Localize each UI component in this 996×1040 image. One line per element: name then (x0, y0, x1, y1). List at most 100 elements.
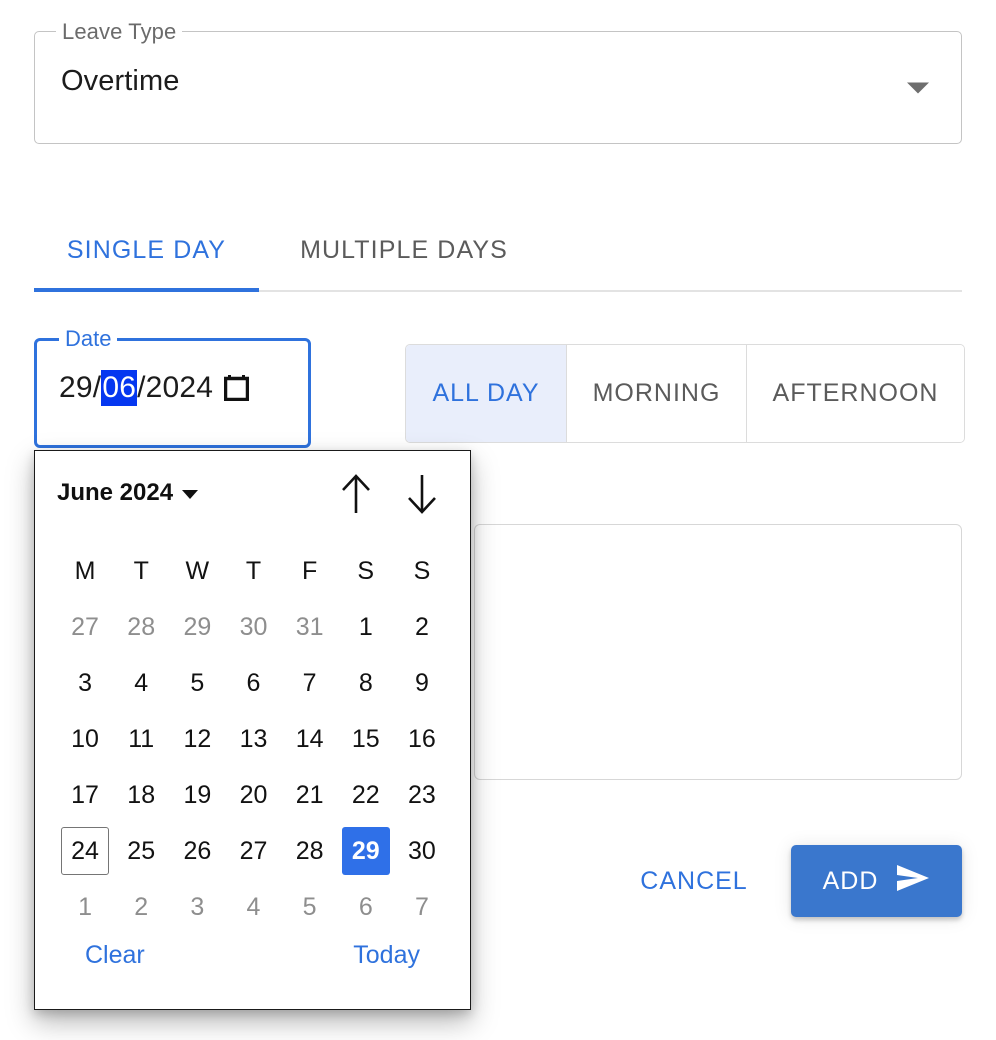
calendar-day[interactable]: 2 (398, 603, 446, 651)
calendar-day[interactable]: 16 (398, 715, 446, 763)
calendar-day[interactable]: 30 (229, 603, 277, 651)
daypart-morning[interactable]: MORNING (567, 345, 747, 442)
calendar-day[interactable]: 1 (342, 603, 390, 651)
calendar-day[interactable]: 27 (61, 603, 109, 651)
calendar-day-cell[interactable]: 11 (113, 711, 169, 767)
calendar-day[interactable]: 18 (117, 771, 165, 819)
calendar-day-cell[interactable]: 2 (394, 599, 450, 655)
calendar-day-cell[interactable]: 8 (338, 655, 394, 711)
calendar-day[interactable]: 31 (286, 603, 334, 651)
calendar-day[interactable]: 29 (173, 603, 221, 651)
calendar-day[interactable]: 19 (173, 771, 221, 819)
date-input-field[interactable]: Date 29 / 06 / 2024 (34, 327, 311, 448)
weekday-label: T (245, 556, 262, 585)
calendar-day-cell[interactable]: 4 (113, 655, 169, 711)
calendar-day-today[interactable]: 24 (61, 827, 110, 875)
date-month-segment[interactable]: 06 (101, 370, 138, 406)
calendar-day[interactable]: 23 (398, 771, 446, 819)
calendar-day[interactable]: 14 (286, 715, 334, 763)
date-input-value[interactable]: 29 / 06 / 2024 (59, 370, 250, 406)
calendar-day[interactable]: 9 (398, 659, 446, 707)
calendar-clear-button[interactable]: Clear (85, 941, 145, 970)
calendar-day-cell[interactable]: 1 (338, 599, 394, 655)
calendar-day[interactable]: 8 (342, 659, 390, 707)
calendar-day[interactable]: 11 (117, 715, 165, 763)
calendar-day-cell[interactable]: 22 (338, 767, 394, 823)
calendar-day[interactable]: 13 (229, 715, 277, 763)
calendar-day[interactable]: 22 (342, 771, 390, 819)
calendar-day-selected[interactable]: 29 (341, 827, 390, 875)
calendar-day-cell[interactable]: 31 (282, 599, 338, 655)
calendar-day-cell[interactable]: 9 (394, 655, 450, 711)
add-button[interactable]: ADD (791, 845, 962, 917)
calendar-day-cell[interactable]: 6 (225, 655, 281, 711)
calendar-day[interactable]: 15 (342, 715, 390, 763)
calendar-day[interactable]: 5 (173, 659, 221, 707)
calendar-day[interactable]: 7 (286, 659, 334, 707)
calendar-day-cell[interactable]: 27 (225, 823, 281, 879)
date-year-segment[interactable]: 2024 (146, 371, 214, 405)
calendar-day[interactable]: 28 (286, 827, 334, 875)
weekday-label: W (185, 556, 210, 585)
calendar-day[interactable]: 17 (61, 771, 109, 819)
date-day-segment[interactable]: 29 (59, 371, 93, 405)
calendar-day-cell[interactable]: 18 (113, 767, 169, 823)
calendar-day[interactable]: 10 (61, 715, 109, 763)
calendar-day-cell[interactable]: 27 (57, 599, 113, 655)
calendar-day-cell[interactable]: 15 (338, 711, 394, 767)
calendar-day-cell[interactable]: 28 (282, 823, 338, 879)
calendar-day-cell[interactable]: 30 (225, 599, 281, 655)
leave-type-select[interactable]: Leave Type Overtime (34, 20, 962, 144)
calendar-day-cell[interactable]: 13 (225, 711, 281, 767)
next-month-button[interactable] (396, 469, 448, 521)
calendar-day[interactable]: 26 (173, 827, 221, 875)
calendar-today-button[interactable]: Today (353, 941, 420, 970)
daypart-segmented-control: ALL DAY MORNING AFTERNOON (405, 344, 965, 443)
calendar-day-cell[interactable]: 23 (394, 767, 450, 823)
cancel-button[interactable]: CANCEL (620, 855, 768, 907)
daypart-all-day[interactable]: ALL DAY (406, 345, 567, 442)
calendar-day-cell[interactable]: 19 (169, 767, 225, 823)
calendar-day-cell[interactable]: 12 (169, 711, 225, 767)
calendar-day-cell[interactable]: 30 (394, 823, 450, 879)
tab-single-day[interactable]: SINGLE DAY (34, 210, 259, 290)
calendar-day[interactable]: 25 (117, 827, 165, 875)
calendar-weeks: 27 28 29 30 31 1 2 3 4 5 6 7 8 9 10 11 12 13 14 15 16 17 18 19 2… (57, 599, 450, 935)
calendar-week-row: 24 25 26 27 28 29 30 (57, 823, 450, 879)
calendar-day[interactable]: 4 (117, 659, 165, 707)
calendar-day[interactable]: 21 (286, 771, 334, 819)
add-button-label: ADD (822, 866, 879, 895)
calendar-day-cell[interactable]: 25 (113, 823, 169, 879)
calendar-day-cell[interactable]: 26 (169, 823, 225, 879)
previous-month-button[interactable] (330, 469, 382, 521)
calendar-day[interactable]: 27 (229, 827, 277, 875)
calendar-day[interactable]: 6 (229, 659, 277, 707)
calendar-icon[interactable] (224, 375, 250, 401)
leave-request-form: Leave Type Overtime SINGLE DAY MULTIPLE … (0, 0, 996, 1040)
tab-multiple-days[interactable]: MULTIPLE DAYS (259, 210, 549, 290)
weekday-label: M (74, 556, 96, 585)
calendar-day-cell[interactable]: 14 (282, 711, 338, 767)
weekday-label: S (413, 556, 431, 585)
calendar-day-cell[interactable]: 5 (169, 655, 225, 711)
calendar-day-cell[interactable]: 29 (338, 823, 394, 879)
calendar-day-cell[interactable]: 21 (282, 767, 338, 823)
calendar-day-cell[interactable]: 29 (169, 599, 225, 655)
calendar-day-cell[interactable]: 28 (113, 599, 169, 655)
calendar-week-row: 3456789 (57, 655, 450, 711)
calendar-day-cell[interactable]: 7 (282, 655, 338, 711)
daypart-afternoon[interactable]: AFTERNOON (747, 345, 964, 442)
calendar-day-cell[interactable]: 24 (57, 823, 113, 879)
calendar-day[interactable]: 12 (173, 715, 221, 763)
calendar-day-cell[interactable]: 10 (57, 711, 113, 767)
notes-textarea[interactable] (474, 524, 962, 780)
calendar-day[interactable]: 20 (229, 771, 277, 819)
calendar-day-cell[interactable]: 16 (394, 711, 450, 767)
calendar-day-cell[interactable]: 17 (57, 767, 113, 823)
calendar-day[interactable]: 28 (117, 603, 165, 651)
calendar-month-selector[interactable]: June 2024 (57, 479, 199, 507)
calendar-day[interactable]: 30 (398, 827, 446, 875)
calendar-day[interactable]: 3 (61, 659, 109, 707)
calendar-day-cell[interactable]: 20 (225, 767, 281, 823)
calendar-day-cell[interactable]: 3 (57, 655, 113, 711)
